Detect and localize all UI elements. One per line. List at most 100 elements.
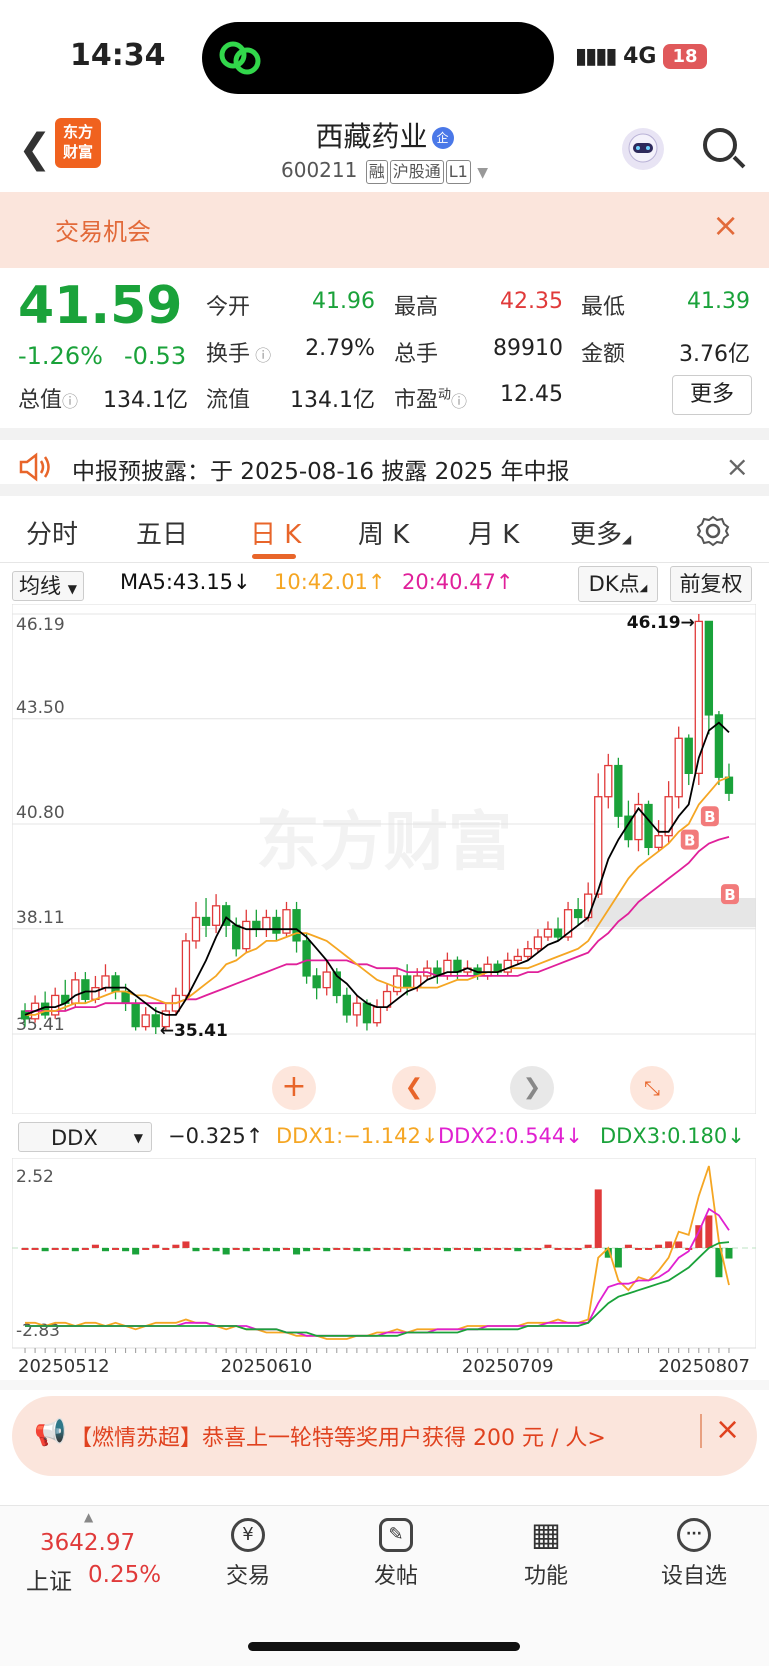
- ddx-bar: [91, 1244, 99, 1248]
- promo-banner[interactable]: 📢 【燃情苏超】恭喜上一轮特等奖用户获得 200 元 / 人> ×: [12, 1396, 757, 1476]
- kline-chart[interactable]: 东方财富 46.1943.5040.8038.1135.41 46.19→←35…: [12, 604, 756, 1114]
- candle-body: [704, 620, 714, 716]
- candle-body: [81, 979, 90, 1000]
- stock-name: 西藏药业: [315, 120, 428, 153]
- info-icon: ⓘ: [451, 392, 468, 411]
- ddx-bar: [212, 1247, 220, 1252]
- zoom-in-button[interactable]: +: [272, 1066, 316, 1110]
- buy-marker: B: [680, 829, 699, 850]
- gear-icon[interactable]: [696, 514, 730, 548]
- candle-body: [644, 803, 653, 849]
- dk-point-button[interactable]: DK点◢: [578, 566, 658, 602]
- close-icon[interactable]: ×: [712, 206, 739, 244]
- candle-body: [604, 764, 613, 798]
- tab-trade[interactable]: ¥ 交易: [208, 1518, 288, 1590]
- enterprise-badge-icon: 企: [431, 127, 454, 149]
- ddx-bar: [474, 1247, 482, 1252]
- ddx-bar: [333, 1247, 341, 1250]
- buy-marker: B: [720, 884, 739, 905]
- value-turnover: 2.79%: [305, 336, 375, 361]
- label-open: 今开: [206, 295, 251, 320]
- candle-body: [523, 948, 533, 958]
- candle-body: [211, 905, 221, 926]
- ddx-bar: [51, 1247, 59, 1250]
- ma10-value: 10:42.01↑: [274, 570, 386, 594]
- buy-marker-label: B: [724, 886, 735, 904]
- battery-icon: 18: [663, 44, 707, 69]
- pan-right-button[interactable]: ❯: [510, 1066, 554, 1110]
- tab-intraday[interactable]: 分时: [26, 514, 78, 551]
- apps-icon: ▦: [530, 1515, 562, 1553]
- info-icon: ⓘ: [250, 346, 272, 365]
- ddx-bar: [252, 1247, 260, 1250]
- more-button[interactable]: 更多: [672, 375, 752, 415]
- trade-opportunity-banner[interactable]: 交易机会 ×: [0, 192, 769, 268]
- ddx-bar: [594, 1189, 602, 1248]
- candle-body: [553, 928, 563, 938]
- ddx-bar: [423, 1247, 431, 1250]
- tab-add-watchlist[interactable]: ··· 设自选: [654, 1518, 734, 1590]
- tag-level: L1: [445, 160, 471, 184]
- pan-left-button[interactable]: ❮: [392, 1066, 436, 1110]
- close-icon[interactable]: ×: [715, 1412, 740, 1447]
- ddx-bar: [162, 1247, 170, 1250]
- candle-body: [352, 1002, 362, 1016]
- assistant-robot-icon[interactable]: [622, 128, 664, 170]
- divider: [0, 428, 769, 440]
- notice-text: 中报预披露：于 2025-08-16 披露 2025 年中报: [72, 459, 570, 485]
- min-price-label: ←35.41: [160, 1021, 228, 1041]
- search-icon[interactable]: [703, 128, 737, 162]
- candle-body: [543, 928, 553, 938]
- expand-up-icon: ▲: [84, 1510, 94, 1524]
- ddx-bar: [222, 1247, 230, 1255]
- index-change[interactable]: 0.25%: [88, 1562, 161, 1588]
- info-icon: ⓘ: [62, 392, 79, 411]
- close-icon[interactable]: ×: [726, 450, 749, 483]
- candle-body: [503, 959, 512, 973]
- candle-body: [594, 796, 603, 895]
- tab-monthly-k[interactable]: 月 K: [468, 514, 519, 551]
- ddx-bar: [453, 1247, 461, 1250]
- label-amount: 金额: [581, 342, 626, 367]
- adjust-button[interactable]: 前复权: [670, 566, 752, 602]
- candle-body: [684, 737, 693, 775]
- tab-five-day[interactable]: 五日: [136, 514, 188, 551]
- ddx-bar: [584, 1244, 592, 1248]
- ddx-bar: [534, 1247, 542, 1250]
- value-high: 42.35: [500, 289, 563, 314]
- period-tabs: 分时 五日 日 K 周 K 月 K 更多◢: [0, 496, 769, 563]
- ma-selector[interactable]: 均线 ▼: [12, 570, 84, 601]
- ddx-bar: [655, 1244, 663, 1248]
- ddx-bar: [514, 1247, 522, 1252]
- ddx-chart[interactable]: 2.52-2.83 20250512 20250610 20250709 202508…: [12, 1158, 756, 1378]
- ddx-bar: [383, 1247, 391, 1250]
- ddx-bar: [21, 1247, 29, 1250]
- label-high: 最高: [394, 295, 439, 320]
- candle-body: [342, 994, 352, 1016]
- tab-daily-k[interactable]: 日 K: [250, 514, 301, 551]
- ma5-value: MA5:43.15↓: [120, 570, 251, 594]
- tab-post[interactable]: ✎ 发帖: [356, 1518, 436, 1590]
- tab-functions[interactable]: ▦ 功能: [506, 1518, 586, 1590]
- ddx-bar: [645, 1247, 653, 1250]
- tab-weekly-k[interactable]: 周 K: [358, 514, 409, 551]
- fullscreen-button[interactable]: ⤡: [630, 1066, 674, 1110]
- index-name[interactable]: 上证: [26, 1562, 72, 1596]
- tab-more[interactable]: 更多◢: [570, 514, 631, 551]
- ddx3-value: DDX3:0.180↓: [600, 1124, 745, 1148]
- pe-dynamic-sup: 动: [438, 387, 452, 403]
- value-market-cap: 134.1亿: [103, 388, 188, 413]
- ddx-bar: [564, 1247, 572, 1250]
- ddx-bar: [443, 1247, 451, 1252]
- x-tick-label: 20250512: [18, 1356, 110, 1377]
- y-tick-label: 38.11: [16, 908, 65, 928]
- candle-body: [573, 909, 583, 919]
- ddx-bar: [363, 1247, 371, 1252]
- candle-body: [483, 963, 492, 977]
- ddx-bar: [31, 1247, 39, 1250]
- y-tick-label: 46.19: [16, 615, 65, 635]
- ddx-tick-label: 2.52: [16, 1167, 54, 1187]
- indicator-selector[interactable]: DDX ▼: [18, 1122, 152, 1152]
- label-market-cap: 总值ⓘ: [18, 388, 79, 413]
- index-value[interactable]: 3642.97: [40, 1530, 135, 1556]
